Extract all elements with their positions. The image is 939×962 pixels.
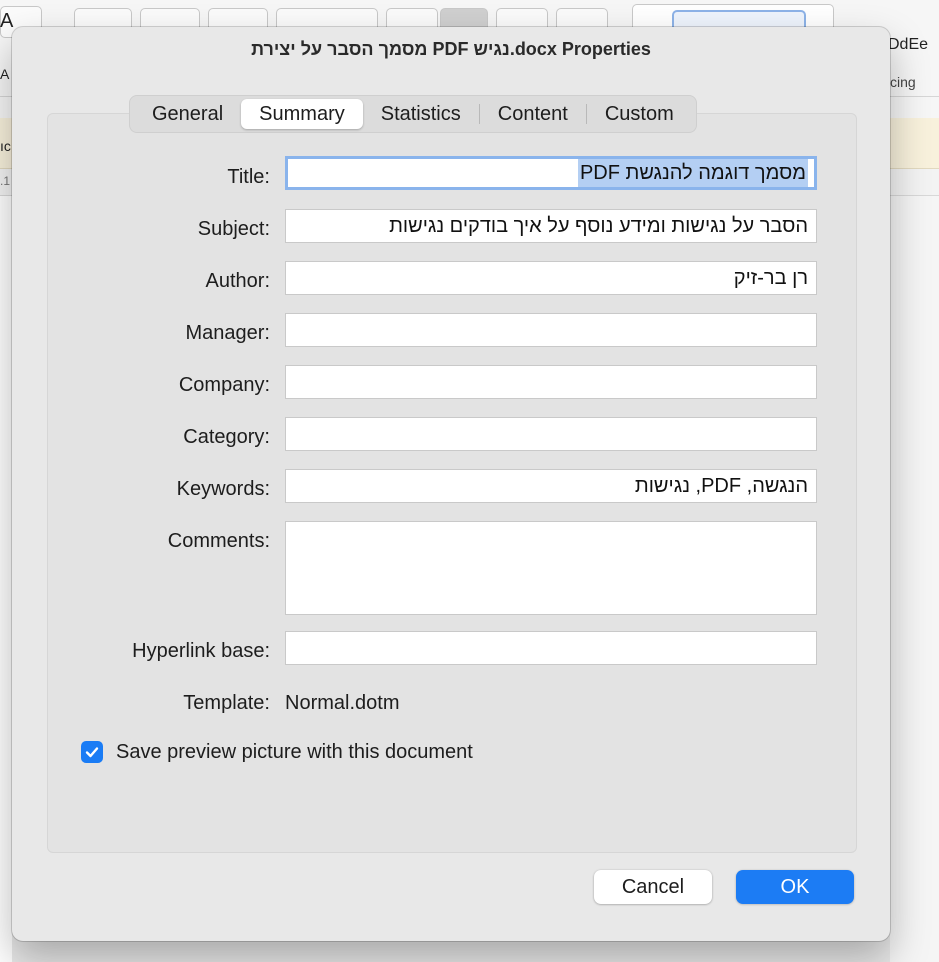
hyperlink-base-label: Hyperlink base:: [132, 640, 270, 662]
tab-statistics[interactable]: Statistics: [363, 99, 479, 129]
category-field[interactable]: [285, 417, 817, 451]
ok-button[interactable]: OK: [736, 870, 854, 904]
spacing-label: cing: [890, 74, 916, 90]
keywords-field[interactable]: הנגשה, PDF, נגישות: [285, 469, 817, 503]
dialog-title: מסמך הסבר על יצירת PDF נגיש.docx Propert…: [251, 39, 651, 59]
manager-field[interactable]: [285, 313, 817, 347]
hyperlink-base-field[interactable]: [285, 631, 817, 665]
ruler-fragment: .1: [0, 174, 11, 188]
title-value: מסמך דוגמה להנגשת PDF: [577, 159, 808, 187]
title-label: Title:: [227, 166, 270, 188]
save-preview-checkbox[interactable]: [81, 741, 103, 763]
comments-field[interactable]: [285, 521, 817, 615]
tab-general[interactable]: General: [134, 99, 241, 129]
banner-fragment: ıc: [0, 138, 11, 154]
document-page-right: [890, 196, 939, 962]
manager-label: Manager:: [185, 322, 271, 344]
title-field[interactable]: מסמך דוגמה להנגשת PDF: [285, 156, 817, 190]
tab-summary[interactable]: Summary: [241, 99, 363, 129]
properties-dialog: מסמך הסבר על יצירת PDF נגיש.docx Propert…: [12, 27, 890, 941]
comments-label: Comments:: [167, 530, 270, 552]
subject-field[interactable]: הסבר על נגישות ומידע נוסף על איך בודקים …: [285, 209, 817, 243]
company-label: Company:: [178, 374, 270, 396]
tab-content[interactable]: Content: [480, 99, 586, 129]
keywords-label: Keywords:: [176, 478, 270, 500]
document-page: [0, 196, 12, 962]
tab-custom[interactable]: Custom: [587, 99, 692, 129]
font-a-fragment: A: [0, 10, 14, 32]
author-label: Author:: [205, 270, 270, 292]
checkmark-icon: [85, 747, 99, 758]
category-label: Category:: [183, 426, 270, 448]
company-field[interactable]: [285, 365, 817, 399]
font-a-fragment-2: A: [0, 66, 10, 82]
save-preview-label[interactable]: Save preview picture with this document: [116, 741, 473, 764]
template-value: Normal.dotm: [285, 692, 400, 714]
style-preview-text: DdEe: [888, 36, 929, 53]
tab-bar: General Summary Statistics Content Custo…: [129, 95, 697, 133]
template-label: Template:: [183, 692, 270, 714]
subject-label: Subject:: [197, 218, 270, 240]
author-field[interactable]: רן בר-זיק: [285, 261, 817, 295]
cancel-button[interactable]: Cancel: [594, 870, 712, 904]
